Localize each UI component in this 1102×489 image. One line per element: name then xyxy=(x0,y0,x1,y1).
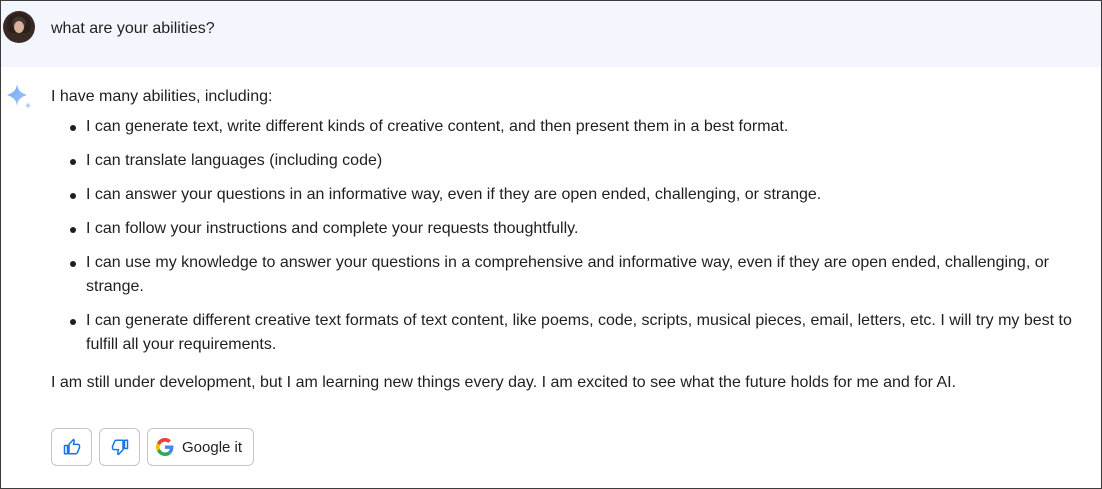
list-item: I can answer your questions in an inform… xyxy=(51,183,1101,207)
abilities-list: I can generate text, write different kin… xyxy=(51,115,1101,357)
google-it-button[interactable]: Google it xyxy=(147,428,255,466)
thumbs-up-icon xyxy=(63,438,80,455)
gemini-sparkle-icon xyxy=(7,84,31,109)
list-item: I can generate different creative text f… xyxy=(51,309,1101,357)
user-prompt: what are your abilities? xyxy=(51,20,215,37)
google-it-label: Google it xyxy=(182,438,243,456)
response-outro: I am still under development, but I am l… xyxy=(51,374,957,391)
list-item: I can generate text, write different kin… xyxy=(51,115,1101,139)
response-actions: Google it xyxy=(51,428,255,466)
list-item: I can follow your instructions and compl… xyxy=(51,217,1101,241)
list-item: I can translate languages (including cod… xyxy=(51,149,1101,173)
google-g-icon xyxy=(156,438,174,456)
response-intro: I have many abilities, including: xyxy=(51,88,273,105)
thumbs-up-button[interactable] xyxy=(51,428,92,466)
user-message-row: what are your abilities? xyxy=(1,1,1101,67)
user-avatar xyxy=(3,11,35,43)
thumbs-down-icon xyxy=(111,439,128,456)
assistant-response: I have many abilities, including: I can … xyxy=(51,85,1101,395)
chat-frame: what are your abilities? I have many abi… xyxy=(0,0,1102,489)
avatar-face xyxy=(14,21,24,33)
thumbs-down-button[interactable] xyxy=(99,428,140,466)
list-item: I can use my knowledge to answer your qu… xyxy=(51,251,1101,299)
